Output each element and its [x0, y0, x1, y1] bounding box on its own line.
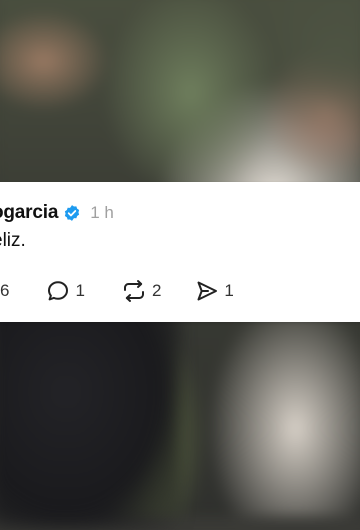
like-count: 6: [0, 281, 10, 300]
reply-count: 1: [75, 281, 85, 300]
post-card[interactable]: ogarcia 1 h eliz. 6 1: [0, 182, 360, 322]
background-figure: [0, 300, 180, 530]
repost-count: 2: [151, 281, 162, 300]
reply-icon: [46, 279, 70, 303]
send-icon: [195, 279, 219, 303]
share-count: 1: [224, 281, 234, 300]
share-button[interactable]: 1: [195, 279, 234, 303]
post-actions: 6 1 2 1: [0, 278, 234, 304]
repost-icon: [121, 279, 147, 303]
like-button[interactable]: 6: [0, 281, 9, 301]
repost-button[interactable]: 2: [121, 279, 161, 303]
reply-button[interactable]: 1: [46, 279, 85, 303]
post-time: 1 h: [90, 203, 114, 222]
verified-badge-icon: [63, 204, 81, 222]
post-username[interactable]: ogarcia: [0, 202, 58, 224]
post-header: ogarcia 1 h: [0, 200, 114, 226]
post-text: eliz.: [0, 230, 26, 251]
